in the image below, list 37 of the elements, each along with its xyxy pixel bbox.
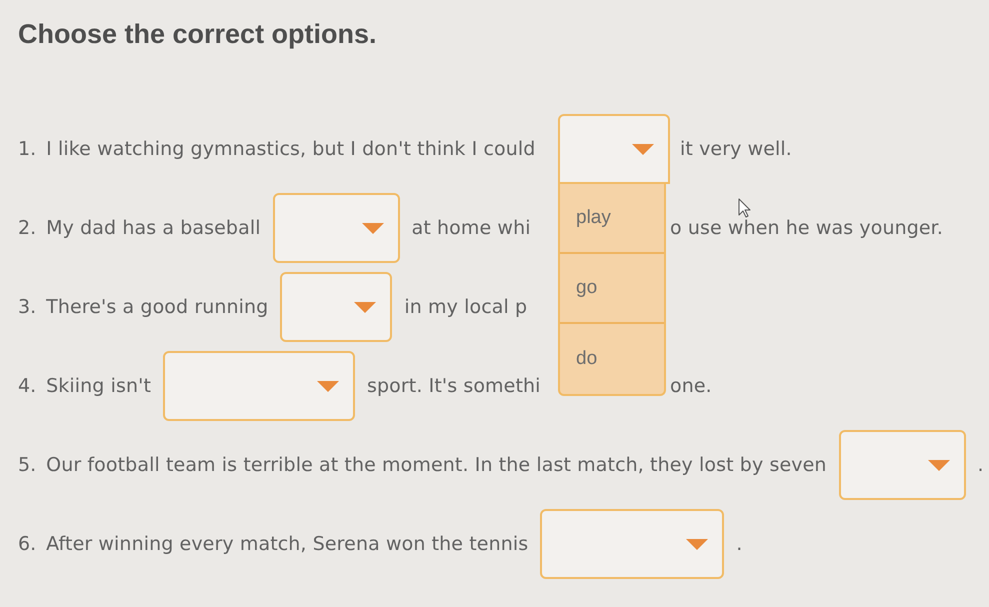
dropdown-field[interactable] [558, 114, 670, 184]
dropdown-option[interactable]: play [560, 184, 664, 254]
cursor-icon [738, 198, 751, 218]
sentence-text: in my local p [404, 296, 528, 318]
sentence-text: There's a good running [46, 296, 268, 318]
question-number: 4. [18, 375, 36, 397]
dropdown-field[interactable] [272, 193, 400, 263]
question-number: 1. [18, 138, 36, 160]
caret-icon [686, 538, 708, 550]
question-number: 6. [18, 533, 36, 555]
sentence-text: sport. It's somethi [367, 375, 541, 397]
question-number: 2. [18, 217, 36, 239]
sentence-text: at home whi [412, 217, 531, 239]
caret-icon [354, 302, 376, 312]
sentence-text: After winning every match, Serena won the tennis [46, 533, 528, 555]
sentence-text: Our football team is terrible at the moment. In the last match, they lost by seven [46, 454, 827, 476]
dropdown-option[interactable]: go [560, 254, 664, 324]
instruction-title: Choose the correct options. [18, 18, 377, 51]
sentence-text: I like watching gymnastics, but I don't think I could [46, 138, 536, 160]
caret-icon [632, 144, 654, 154]
dropdown-field[interactable] [280, 272, 392, 342]
dropdown-field[interactable] [540, 509, 724, 579]
dropdown-field[interactable] [163, 351, 355, 421]
question-number: 3. [18, 296, 36, 318]
sentence-text: . [978, 454, 984, 476]
sentence-text: My dad has a baseball [46, 217, 261, 239]
dropdown-option[interactable]: do [560, 324, 664, 394]
sentence-text: one. [670, 375, 712, 397]
sentence-text: o use when he was younger. [670, 217, 943, 239]
sentence-text: Skiing isn't [46, 375, 151, 397]
caret-icon [362, 222, 384, 234]
question-number: 5. [18, 454, 36, 476]
caret-icon [928, 460, 950, 470]
sentence-text: it very well. [680, 138, 792, 160]
dropdown-field[interactable] [838, 430, 966, 500]
caret-icon [317, 380, 339, 392]
sentence-text: . [736, 533, 742, 555]
